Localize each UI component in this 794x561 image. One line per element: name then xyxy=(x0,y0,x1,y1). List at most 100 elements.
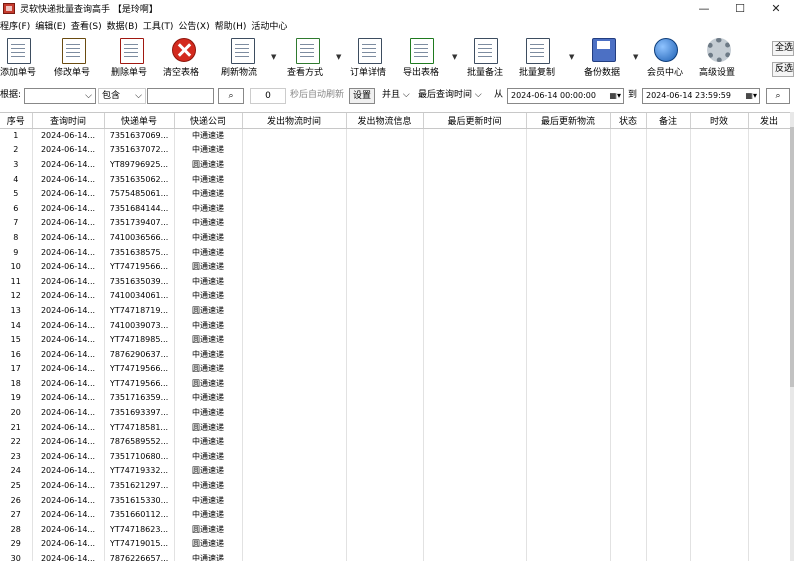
table-row[interactable]: 13 2024-06-14... YT74718719... 圆通速递 xyxy=(0,303,791,318)
keyword-input[interactable] xyxy=(147,88,214,104)
member-center-button[interactable]: 会员中心 xyxy=(645,35,687,83)
table-cell: 中通速递 xyxy=(174,346,243,362)
table-cell: 22 xyxy=(0,434,33,450)
backup-button[interactable]: ▼ 备份数据 xyxy=(583,35,638,83)
table-row[interactable]: 10 2024-06-14... YT74719566... 圆通速递 xyxy=(0,259,791,274)
col-header[interactable]: 发出物流时间 xyxy=(242,113,347,129)
table-row[interactable]: 15 2024-06-14... YT74718985... 圆通速递 xyxy=(0,332,791,347)
from-date-picker[interactable]: 2024-06-14 00:00:00 ▦▾ xyxy=(507,88,624,104)
table-cell: 2024-06-14... xyxy=(32,522,105,537)
table-cell xyxy=(748,142,791,158)
member-globe-icon xyxy=(654,38,678,62)
table-row[interactable]: 29 2024-06-14... YT74719015... 圆通速递 xyxy=(0,536,791,552)
table-cell xyxy=(610,536,647,552)
table-row[interactable]: 7 2024-06-14... 7351739407... 中通速递 xyxy=(0,215,791,231)
table-row[interactable]: 17 2024-06-14... YT74719566... 圆通速递 xyxy=(0,361,791,377)
refresh-dropdown-icon[interactable]: ▼ xyxy=(271,53,276,61)
edit-button[interactable]: 修改单号 xyxy=(52,35,94,83)
menu-help[interactable]: 帮助(H) xyxy=(215,19,247,32)
col-header[interactable]: 发出 xyxy=(748,113,791,129)
table-row[interactable]: 14 2024-06-14... 7410039073... 中通速递 xyxy=(0,317,791,333)
advanced-settings-button[interactable]: 高级设置 xyxy=(697,35,741,83)
vertical-scrollbar[interactable] xyxy=(790,112,794,561)
col-header[interactable]: 发出物流信息 xyxy=(346,113,424,129)
table-cell: 2024-06-14... xyxy=(32,244,105,260)
table-row[interactable]: 3 2024-06-14... YT89796925... 圆通速递 xyxy=(0,157,791,172)
menu-notice[interactable]: 公告(X) xyxy=(178,19,209,32)
set-button[interactable]: 设置 xyxy=(349,88,376,104)
table-cell xyxy=(346,259,424,274)
table-cell xyxy=(346,346,424,362)
col-header[interactable]: 查询时间 xyxy=(32,113,105,129)
export-dropdown-icon[interactable]: ▼ xyxy=(452,53,457,61)
col-header[interactable]: 最后更新时间 xyxy=(423,113,527,129)
menu-data[interactable]: 数据(B) xyxy=(107,19,138,32)
table-cell xyxy=(690,273,749,289)
col-header[interactable]: 时效 xyxy=(690,113,749,129)
filter-field-select[interactable]: ⌵ xyxy=(24,88,96,104)
backup-dropdown-icon[interactable]: ▼ xyxy=(633,53,638,61)
table-row[interactable]: 23 2024-06-14... 7351710680... 中通速递 xyxy=(0,449,791,464)
export-button[interactable]: ▼ 导出表格 xyxy=(400,35,457,83)
table-row[interactable]: 26 2024-06-14... 7351615330... 中通速递 xyxy=(0,492,791,508)
col-header[interactable]: 序号 xyxy=(0,113,33,129)
table-row[interactable]: 24 2024-06-14... YT74719332... 圆通速递 xyxy=(0,463,791,479)
menu-tools[interactable]: 工具(T) xyxy=(143,19,174,32)
table-row[interactable]: 19 2024-06-14... 7351716359... 中通速递 xyxy=(0,390,791,406)
menu-activity[interactable]: 活动中心 xyxy=(251,19,287,32)
table-row[interactable]: 16 2024-06-14... 7876290637... 中通速递 xyxy=(0,346,791,362)
col-header[interactable]: 最后更新物流 xyxy=(526,113,611,129)
date-search-button[interactable]: ⌕ xyxy=(766,88,790,104)
view-mode-button[interactable]: ▼ 查看方式 xyxy=(284,35,341,83)
table-row[interactable]: 22 2024-06-14... 7876589552... 中通速递 xyxy=(0,434,791,450)
table-row[interactable]: 30 2024-06-14... 7876226657... 中通速递 xyxy=(0,551,791,561)
col-header[interactable]: 备注 xyxy=(646,113,691,129)
table-cell xyxy=(346,376,424,391)
table-row[interactable]: 9 2024-06-14... 7351638575... 中通速递 xyxy=(0,244,791,260)
table-row[interactable]: 2 2024-06-14... 7351637072... 中通速递 xyxy=(0,142,791,158)
table-row[interactable]: 28 2024-06-14... YT74718623... 圆通速递 xyxy=(0,522,791,537)
table-row[interactable]: 12 2024-06-14... 7410034061... 中通速递 xyxy=(0,288,791,304)
search-button[interactable]: ⌕ xyxy=(218,88,244,104)
batch-copy-button[interactable]: ▼ 批量复制 xyxy=(517,35,574,83)
invert-selection-button[interactable]: 反选 xyxy=(772,62,794,77)
table-cell xyxy=(748,522,791,537)
delete-button[interactable]: 删除单号 xyxy=(110,35,152,83)
add-button[interactable]: 添加单号 xyxy=(0,35,38,83)
table-row[interactable]: 25 2024-06-14... 7351621297... 中通速递 xyxy=(0,478,791,493)
view-mode-dropdown-icon[interactable]: ▼ xyxy=(336,53,341,61)
batch-note-button[interactable]: 批量备注 xyxy=(465,35,507,83)
table-row[interactable]: 4 2024-06-14... 7351635062... 中通速递 xyxy=(0,171,791,187)
table-cell xyxy=(242,551,347,561)
col-header[interactable]: 快递单号 xyxy=(104,113,175,129)
col-header[interactable]: 快递公司 xyxy=(174,113,243,129)
table-row[interactable]: 8 2024-06-14... 7410036566... 中通速递 xyxy=(0,230,791,245)
table-row[interactable]: 6 2024-06-14... 7351684144... 中通速递 xyxy=(0,200,791,216)
logic-select[interactable]: 并且 ⌵ xyxy=(382,88,410,104)
table-row[interactable]: 20 2024-06-14... 7351693397... 中通速递 xyxy=(0,405,791,420)
minimize-button[interactable]: — xyxy=(686,0,722,17)
menu-view[interactable]: 查看(S) xyxy=(71,19,102,32)
menu-edit[interactable]: 编辑(E) xyxy=(35,19,66,32)
order-detail-button[interactable]: 订单详情 xyxy=(349,35,391,83)
table-row[interactable]: 11 2024-06-14... 7351635039... 中通速递 xyxy=(0,273,791,289)
table-row[interactable]: 1 2024-06-14... 7351637069... 中通速递 xyxy=(0,128,791,143)
select-all-button[interactable]: 全选 xyxy=(772,41,794,56)
table-row[interactable]: 21 2024-06-14... YT74718581... 圆通速递 xyxy=(0,419,791,435)
match-mode-select[interactable]: 包含 ⌵ xyxy=(98,88,146,104)
col-header[interactable]: 状态 xyxy=(610,113,647,129)
menu-program[interactable]: 程序(F) xyxy=(0,19,30,32)
table-cell: 7351693397... xyxy=(104,405,175,420)
date-field-select[interactable]: 最后查询时间 ⌵ xyxy=(418,88,482,104)
refresh-seconds-input[interactable]: 0 xyxy=(250,88,286,104)
close-button[interactable]: ✕ xyxy=(758,0,794,17)
to-date-picker[interactable]: 2024-06-14 23:59:59 ▦▾ xyxy=(642,88,760,104)
table-row[interactable]: 5 2024-06-14... 7575485061... 中通速递 xyxy=(0,186,791,201)
maximize-button[interactable]: ☐ xyxy=(722,0,758,17)
table-row[interactable]: 18 2024-06-14... YT74719566... 圆通速递 xyxy=(0,376,791,391)
refresh-button[interactable]: ▼ 刷新物流 xyxy=(221,35,276,83)
table-cell xyxy=(346,434,424,450)
table-row[interactable]: 27 2024-06-14... 7351660112... 中通速递 xyxy=(0,507,791,523)
clear-button[interactable]: 清空表格 xyxy=(163,35,203,83)
batch-copy-dropdown-icon[interactable]: ▼ xyxy=(569,53,574,61)
